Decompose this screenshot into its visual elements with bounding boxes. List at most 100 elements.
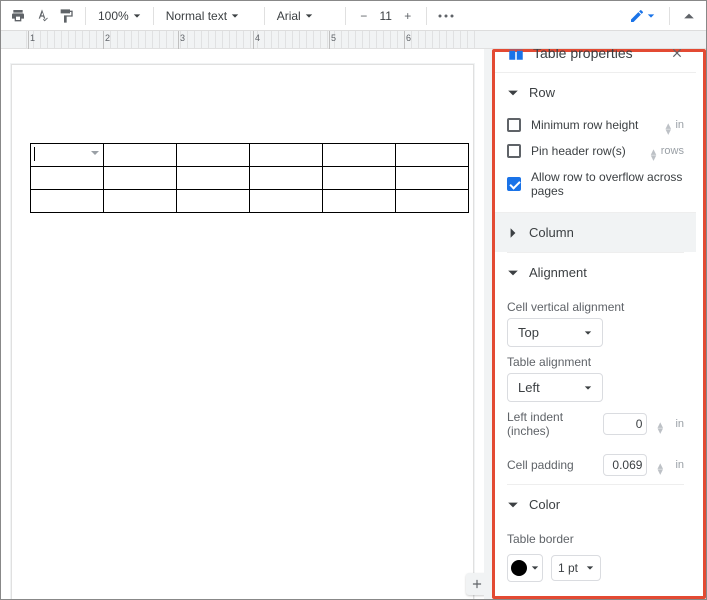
toolbar: 100% Normal text Arial − 11 + [1, 1, 706, 31]
page [11, 64, 474, 599]
min-row-height-row: Minimum row height ▴▾ in [507, 112, 684, 138]
section-color-header[interactable]: Color [507, 484, 684, 524]
chevron-down-icon [305, 12, 313, 20]
editing-mode-button[interactable] [625, 6, 659, 26]
ruler-label: 2 [105, 33, 110, 43]
chevron-down-icon [507, 87, 519, 99]
border-color-select[interactable] [507, 554, 543, 582]
table-row [31, 190, 469, 213]
vertical-scrollbar[interactable] [484, 49, 492, 599]
document-table[interactable] [30, 143, 469, 213]
chevron-down-icon [531, 564, 539, 572]
table-row [31, 167, 469, 190]
table-cell[interactable] [396, 144, 469, 167]
min-row-height-spinner[interactable]: ▴▾ in [665, 119, 684, 131]
table-cell[interactable] [250, 190, 323, 213]
toolbar-separator [264, 7, 265, 25]
border-width-value: 1 pt [558, 561, 578, 575]
chevron-down-icon [507, 499, 519, 511]
cell-padding-label: Cell padding [507, 458, 593, 472]
table-cell[interactable] [31, 167, 104, 190]
section-column-label: Column [529, 225, 574, 240]
ruler-label: 4 [255, 33, 260, 43]
chevron-up-icon[interactable] [680, 7, 698, 25]
pin-header-spinner[interactable]: ▴▾ rows [651, 145, 684, 157]
table-cell[interactable] [250, 167, 323, 190]
table-alignment-select[interactable]: Left [507, 373, 603, 402]
min-row-height-checkbox[interactable] [507, 118, 521, 132]
table-row [31, 144, 469, 167]
ruler-label: 6 [406, 33, 411, 43]
table-cell[interactable] [104, 190, 177, 213]
chevron-down-icon [586, 564, 594, 572]
toolbar-separator [426, 7, 427, 25]
table-cell[interactable] [177, 190, 250, 213]
table-cell[interactable] [323, 144, 396, 167]
table-cell[interactable] [104, 167, 177, 190]
border-width-select[interactable]: 1 pt [551, 555, 601, 581]
increase-font-button[interactable]: + [400, 8, 416, 24]
overflow-label: Allow row to overflow across pages [531, 170, 684, 198]
ruler[interactable]: 1 2 3 4 5 6 [1, 31, 706, 49]
left-indent-input[interactable] [603, 413, 647, 435]
font-select[interactable]: Arial [275, 9, 335, 23]
paint-format-icon[interactable] [57, 7, 75, 25]
section-alignment-label: Alignment [529, 265, 587, 280]
chevron-down-icon [231, 12, 239, 20]
document-area[interactable] [1, 49, 492, 599]
table-cell[interactable] [31, 144, 104, 167]
zoom-select[interactable]: 100% [96, 9, 143, 23]
table-cell[interactable] [177, 144, 250, 167]
chevron-down-icon [133, 12, 141, 20]
chevron-down-icon [507, 267, 519, 279]
table-properties-panel: Table properties Row Minimum row height … [492, 49, 706, 599]
toolbar-separator [345, 7, 346, 25]
spellcheck-icon[interactable] [33, 7, 51, 25]
left-indent-row: Left indent (inches) ▴▾ in [507, 402, 684, 446]
chevron-down-icon [647, 12, 655, 20]
pin-header-row: Pin header row(s) ▴▾ rows [507, 138, 684, 164]
ruler-label: 5 [331, 33, 336, 43]
pin-header-checkbox[interactable] [507, 144, 521, 158]
cell-vertical-alignment-select[interactable]: Top [507, 318, 603, 347]
style-select[interactable]: Normal text [164, 9, 254, 23]
table-cell[interactable] [31, 190, 104, 213]
table-cell[interactable] [177, 167, 250, 190]
decrease-font-button[interactable]: − [356, 8, 372, 24]
table-border-label: Table border [507, 524, 684, 550]
table-cell[interactable] [396, 190, 469, 213]
unit-label: in [675, 418, 684, 430]
min-row-height-label: Minimum row height [531, 118, 655, 132]
toolbar-separator [85, 7, 86, 25]
left-indent-label: Left indent (inches) [507, 410, 593, 438]
cell-padding-row: Cell padding ▴▾ in [507, 446, 684, 484]
cell-vertical-alignment-value: Top [518, 325, 539, 340]
section-row-header[interactable]: Row [507, 73, 684, 112]
chevron-down-icon[interactable] [90, 148, 100, 158]
more-icon[interactable] [437, 7, 455, 25]
table-cell[interactable] [323, 190, 396, 213]
cell-padding-input[interactable] [603, 454, 647, 476]
cell-background-color-label: Cell background color [507, 592, 684, 600]
print-icon[interactable] [9, 7, 27, 25]
table-cell[interactable] [104, 144, 177, 167]
table-cell[interactable] [250, 144, 323, 167]
section-column-header[interactable]: Column [495, 212, 696, 252]
chevron-down-icon[interactable]: ▾ [657, 465, 665, 471]
section-row-label: Row [529, 85, 555, 100]
table-cell[interactable] [323, 167, 396, 190]
table-cell[interactable] [396, 167, 469, 190]
toolbar-separator [153, 7, 154, 25]
overflow-checkbox[interactable] [507, 177, 521, 191]
chevron-down-icon[interactable]: ▾ [657, 424, 665, 430]
section-alignment-header[interactable]: Alignment [507, 252, 684, 292]
toolbar-separator [669, 7, 670, 25]
unit-label: in [675, 459, 684, 471]
overflow-row: Allow row to overflow across pages [507, 164, 684, 212]
table-alignment-label: Table alignment [507, 347, 684, 373]
color-swatch-icon [511, 560, 527, 576]
font-size-group: − 11 + [356, 8, 416, 24]
zoom-value: 100% [98, 9, 129, 23]
table-alignment-value: Left [518, 380, 540, 395]
font-size-input[interactable]: 11 [376, 9, 396, 23]
